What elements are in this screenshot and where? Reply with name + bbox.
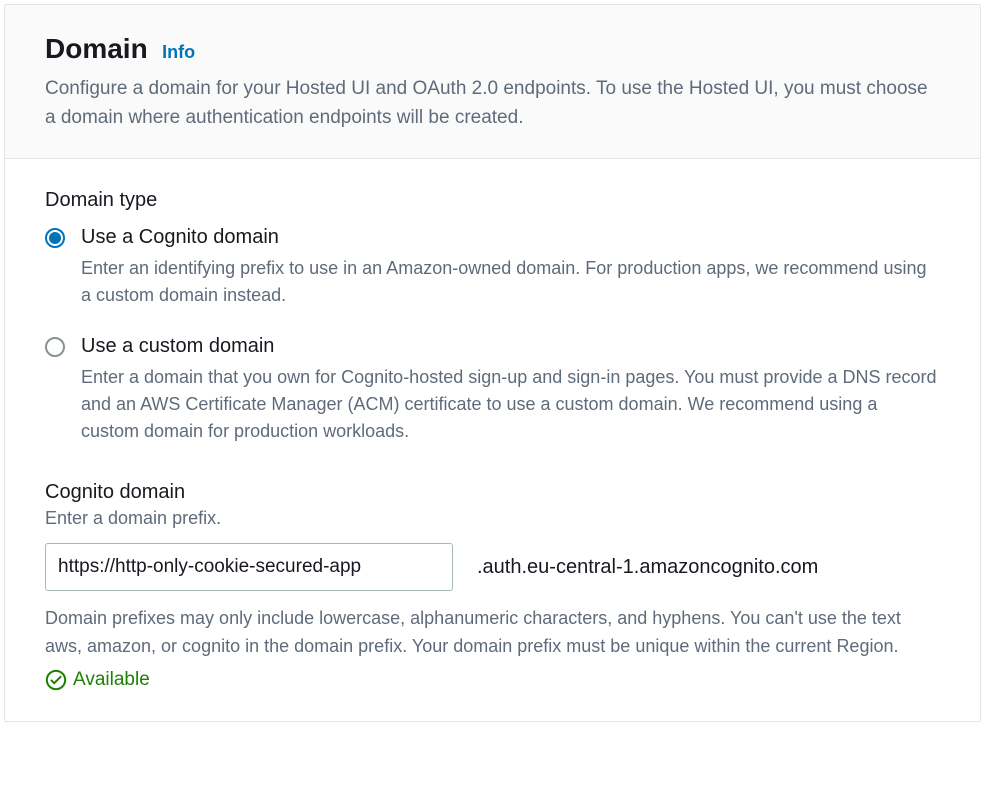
radio-option-cognito-domain[interactable]: Use a Cognito domain Enter an identifyin… <box>45 226 940 309</box>
domain-prefix-input[interactable] <box>45 543 453 591</box>
radio-title: Use a Cognito domain <box>81 226 940 249</box>
cognito-domain-hint: Enter a domain prefix. <box>45 508 940 529</box>
domain-prefix-footnote: Domain prefixes may only include lowerca… <box>45 605 940 661</box>
domain-input-row: .auth.eu-central-1.amazoncognito.com <box>45 543 940 591</box>
radio-button-custom[interactable] <box>45 337 65 357</box>
radio-content: Use a custom domain Enter a domain that … <box>81 335 940 445</box>
cognito-domain-label: Cognito domain <box>45 481 940 504</box>
panel-description: Configure a domain for your Hosted UI an… <box>45 75 940 132</box>
domain-type-label: Domain type <box>45 189 940 212</box>
panel-title: Domain <box>45 33 148 64</box>
radio-title: Use a custom domain <box>81 335 940 358</box>
radio-content: Use a Cognito domain Enter an identifyin… <box>81 226 940 309</box>
availability-text: Available <box>73 669 150 691</box>
availability-status: Available <box>45 669 940 691</box>
radio-button-cognito[interactable] <box>45 228 65 248</box>
info-link[interactable]: Info <box>162 42 195 62</box>
radio-description: Enter a domain that you own for Cognito-… <box>81 364 940 445</box>
domain-panel: Domain Info Configure a domain for your … <box>4 4 981 722</box>
panel-body: Domain type Use a Cognito domain Enter a… <box>5 159 980 721</box>
check-circle-icon <box>45 669 67 691</box>
radio-option-custom-domain[interactable]: Use a custom domain Enter a domain that … <box>45 335 940 445</box>
domain-suffix: .auth.eu-central-1.amazoncognito.com <box>477 556 818 579</box>
cognito-domain-section: Cognito domain Enter a domain prefix. .a… <box>45 481 940 691</box>
radio-description: Enter an identifying prefix to use in an… <box>81 255 940 309</box>
panel-header: Domain Info Configure a domain for your … <box>5 5 980 159</box>
